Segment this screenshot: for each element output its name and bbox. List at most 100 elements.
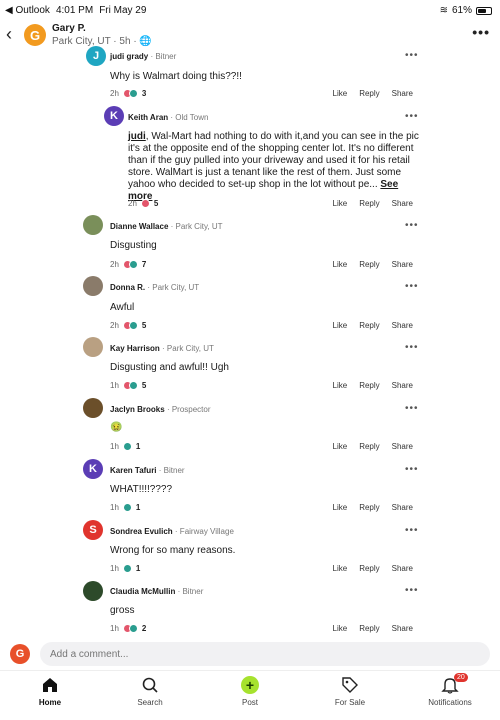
more-options-icon[interactable]: ••• xyxy=(405,342,419,353)
comment-author[interactable]: Jaclyn Brooks · Prospector xyxy=(110,405,211,414)
more-options-icon[interactable]: ••• xyxy=(405,281,419,292)
avatar[interactable]: K xyxy=(83,459,103,479)
share-button[interactable]: Share xyxy=(392,260,413,269)
status-time: 4:01 PM xyxy=(55,5,94,16)
reactions-icon[interactable] xyxy=(122,442,132,451)
avatar[interactable] xyxy=(83,398,103,418)
more-options-icon[interactable]: ••• xyxy=(405,403,419,414)
reactions-icon[interactable] xyxy=(122,89,138,98)
reply-button[interactable]: Reply xyxy=(359,442,379,451)
comment-meta: 1h 1 xyxy=(110,564,140,573)
comment-author[interactable]: Kay Harrison · Park City, UT xyxy=(110,344,214,353)
comment-input[interactable] xyxy=(40,642,490,666)
tab-label: For Sale xyxy=(334,698,366,707)
avatar[interactable] xyxy=(83,581,103,601)
avatar[interactable] xyxy=(83,337,103,357)
like-button[interactable]: Like xyxy=(333,624,348,633)
reaction-count[interactable]: 5 xyxy=(142,381,146,390)
add-comment-bar: G xyxy=(8,641,490,667)
avatar[interactable]: K xyxy=(104,106,124,126)
more-options-icon[interactable]: ••• xyxy=(405,220,419,231)
reply-button[interactable]: Reply xyxy=(359,199,379,208)
comment-author[interactable]: judi grady · Bitner xyxy=(110,52,176,61)
like-button[interactable]: Like xyxy=(333,381,348,390)
avatar: G xyxy=(10,644,30,664)
back-to-app[interactable]: ◀ Outlook xyxy=(5,5,50,16)
avatar[interactable] xyxy=(83,276,103,296)
avatar[interactable] xyxy=(83,215,103,235)
reaction-count[interactable]: 2 xyxy=(142,624,146,633)
reply-button[interactable]: Reply xyxy=(359,89,379,98)
reactions-icon[interactable] xyxy=(122,381,138,390)
comment-meta: 2h 5 xyxy=(110,321,146,330)
tab-search[interactable]: Search xyxy=(110,675,190,707)
tab-home[interactable]: Home xyxy=(10,675,90,707)
reaction-count[interactable]: 5 xyxy=(154,199,158,208)
share-button[interactable]: Share xyxy=(392,564,413,573)
comment-author[interactable]: Dianne Wallace · Park City, UT xyxy=(110,222,222,231)
like-button[interactable]: Like xyxy=(333,442,348,451)
reaction-count[interactable]: 3 xyxy=(142,89,146,98)
reply-button[interactable]: Reply xyxy=(359,260,379,269)
avatar[interactable]: S xyxy=(83,520,103,540)
share-button[interactable]: Share xyxy=(392,321,413,330)
tab-notifications[interactable]: 20 Notifications xyxy=(410,673,490,707)
comment-text: Why is Walmart doing this??!! xyxy=(110,71,242,82)
tab-post[interactable]: + Post xyxy=(210,675,290,707)
more-options-icon[interactable]: ••• xyxy=(472,24,490,40)
comment-actions: Like Reply Share xyxy=(333,624,414,633)
like-button[interactable]: Like xyxy=(333,321,348,330)
comment-text: Disgusting xyxy=(110,240,157,251)
reaction-count[interactable]: 1 xyxy=(136,442,140,451)
comment-time: 2h xyxy=(110,89,119,98)
reactions-icon[interactable] xyxy=(122,260,138,269)
author-name[interactable]: Gary P. xyxy=(52,23,86,34)
share-button[interactable]: Share xyxy=(392,503,413,512)
reply-button[interactable]: Reply xyxy=(359,381,379,390)
reactions-icon[interactable] xyxy=(140,199,150,208)
comment-actions: Like Reply Share xyxy=(333,503,414,512)
comment-author[interactable]: Sondrea Evulich · Fairway Village xyxy=(110,527,234,536)
comment-author[interactable]: Keith Aran · Old Town xyxy=(128,113,208,122)
reactions-icon[interactable] xyxy=(122,564,132,573)
reactions-icon[interactable] xyxy=(122,503,132,512)
reactions-icon[interactable] xyxy=(122,624,138,633)
reaction-count[interactable]: 1 xyxy=(136,503,140,512)
more-options-icon[interactable]: ••• xyxy=(405,525,419,536)
avatar[interactable]: J xyxy=(86,46,106,66)
reply-button[interactable]: Reply xyxy=(359,321,379,330)
reaction-count[interactable]: 5 xyxy=(142,321,146,330)
avatar[interactable]: G xyxy=(24,24,46,46)
comment-author[interactable]: Donna R. · Park City, UT xyxy=(110,283,199,292)
comment-author[interactable]: Claudia McMullin · Bitner xyxy=(110,587,203,596)
more-options-icon[interactable]: ••• xyxy=(405,50,419,61)
reaction-count[interactable]: 7 xyxy=(142,260,146,269)
comment-text: gross xyxy=(110,605,135,616)
tab-for-sale[interactable]: For Sale xyxy=(310,675,390,707)
like-button[interactable]: Like xyxy=(333,564,348,573)
comment-time: 2h xyxy=(110,260,119,269)
reply-button[interactable]: Reply xyxy=(359,624,379,633)
share-button[interactable]: Share xyxy=(392,381,413,390)
reply-button[interactable]: Reply xyxy=(359,564,379,573)
reaction-count[interactable]: 1 xyxy=(136,564,140,573)
like-button[interactable]: Like xyxy=(333,260,348,269)
like-button[interactable]: Like xyxy=(333,199,348,208)
comment-author[interactable]: Karen Tafuri · Bitner xyxy=(110,466,185,475)
more-options-icon[interactable]: ••• xyxy=(405,464,419,475)
more-options-icon[interactable]: ••• xyxy=(405,111,419,122)
mention-link[interactable]: judi xyxy=(128,131,146,142)
like-button[interactable]: Like xyxy=(333,89,348,98)
share-button[interactable]: Share xyxy=(392,89,413,98)
post-header: ‹ G Gary P. Park City, UT · 5h · 🌐 ••• xyxy=(0,20,500,50)
reply-button[interactable]: Reply xyxy=(359,503,379,512)
more-options-icon[interactable]: ••• xyxy=(405,585,419,596)
back-chevron-icon[interactable]: ‹ xyxy=(6,25,12,43)
share-button[interactable]: Share xyxy=(392,442,413,451)
share-button[interactable]: Share xyxy=(392,624,413,633)
tab-label: Search xyxy=(137,698,163,707)
reactions-icon[interactable] xyxy=(122,321,138,330)
like-button[interactable]: Like xyxy=(333,503,348,512)
comment-actions: Like Reply Share xyxy=(333,564,414,573)
share-button[interactable]: Share xyxy=(392,199,413,208)
